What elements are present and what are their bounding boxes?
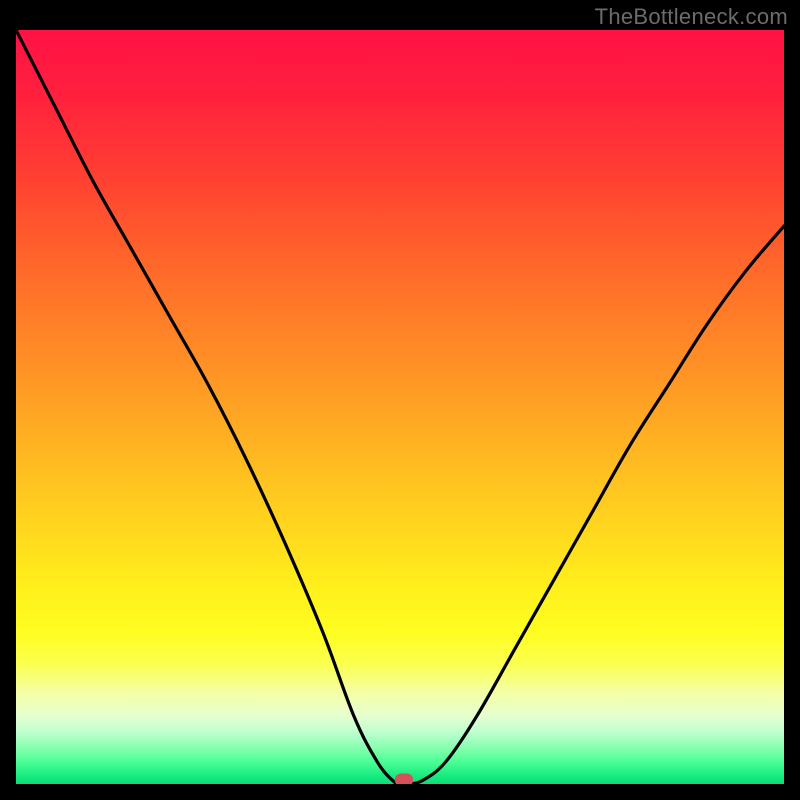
curve-svg bbox=[16, 30, 784, 784]
chart-frame: TheBottleneck.com bbox=[0, 0, 800, 800]
minimum-marker bbox=[395, 774, 413, 785]
watermark-text: TheBottleneck.com bbox=[595, 4, 788, 30]
plot-area bbox=[16, 30, 784, 784]
bottleneck-curve bbox=[16, 30, 784, 784]
